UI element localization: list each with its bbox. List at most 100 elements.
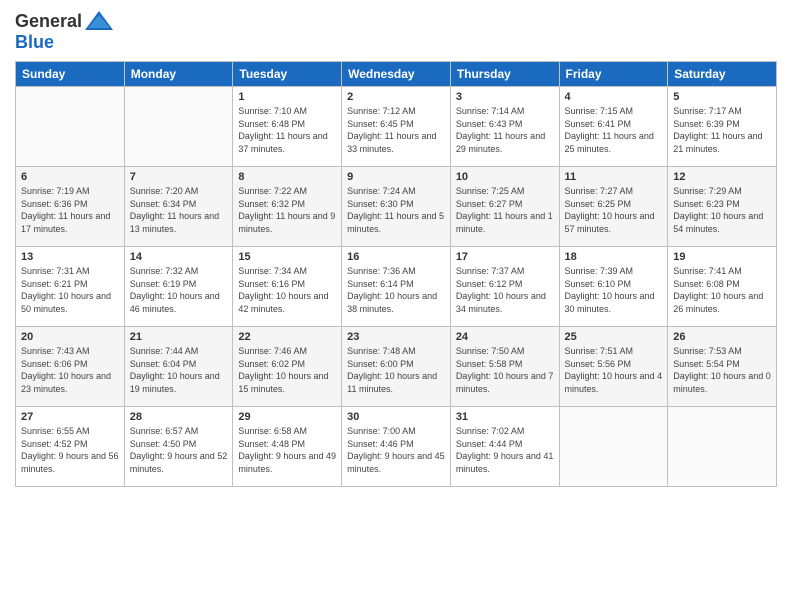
day-content: Sunrise: 6:57 AM Sunset: 4:50 PM Dayligh…: [130, 425, 228, 475]
day-number: 14: [130, 251, 228, 263]
day-number: 1: [238, 91, 336, 103]
calendar-day-2: 2Sunrise: 7:12 AM Sunset: 6:45 PM Daylig…: [342, 87, 451, 167]
weekday-header-friday: Friday: [559, 62, 668, 87]
calendar-day-14: 14 Sunrise: 7:32 AM Sunset: 6:19 PM Dayli…: [124, 247, 233, 327]
calendar-day-26: 26Sunrise: 7:53 AM Sunset: 5:54 PM Dayli…: [668, 327, 777, 407]
calendar-day-21: 21Sunrise: 7:44 AM Sunset: 6:04 PM Dayli…: [124, 327, 233, 407]
day-content: Sunrise: 7:48 AM Sunset: 6:00 PM Dayligh…: [347, 345, 445, 395]
calendar-day-28: 28 Sunrise: 6:57 AM Sunset: 4:50 PM Dayli…: [124, 407, 233, 487]
day-number: 11: [565, 171, 663, 183]
day-number: 20: [21, 331, 119, 343]
calendar-week-1: 1 Sunrise: 7:10 AM Sunset: 6:48 PM Daylig…: [16, 87, 777, 167]
day-content: Sunrise: 7:24 AM Sunset: 6:30 PM Dayligh…: [347, 185, 445, 235]
calendar-day-9: 9 Sunrise: 7:24 AM Sunset: 6:30 PM Daylig…: [342, 167, 451, 247]
day-content: Sunrise: 7:10 AM Sunset: 6:48 PM Dayligh…: [238, 105, 336, 155]
calendar-day-30: 30 Sunrise: 7:00 AM Sunset: 4:46 PM Dayli…: [342, 407, 451, 487]
logo: GeneralBlue: [15, 10, 114, 53]
day-number: 13: [21, 251, 119, 263]
calendar-day-12: 12 Sunrise: 7:29 AM Sunset: 6:23 PM Dayli…: [668, 167, 777, 247]
day-number: 2: [347, 91, 445, 103]
weekday-header-monday: Monday: [124, 62, 233, 87]
day-number: 8: [238, 171, 336, 183]
day-number: 30: [347, 411, 445, 423]
day-content: Sunrise: 6:58 AM Sunset: 4:48 PM Dayligh…: [238, 425, 336, 475]
calendar-week-2: 6 Sunrise: 7:19 AM Sunset: 6:36 PM Daylig…: [16, 167, 777, 247]
day-number: 24: [456, 331, 554, 343]
day-number: 31: [456, 411, 554, 423]
day-number: 6: [21, 171, 119, 183]
calendar-day-13: 13 Sunrise: 7:31 AM Sunset: 6:21 PM Dayli…: [16, 247, 125, 327]
empty-cell: [559, 407, 668, 487]
calendar-day-4: 4Sunrise: 7:15 AM Sunset: 6:41 PM Daylig…: [559, 87, 668, 167]
day-number: 15: [238, 251, 336, 263]
day-content: Sunrise: 7:29 AM Sunset: 6:23 PM Dayligh…: [673, 185, 771, 235]
calendar-day-18: 18Sunrise: 7:39 AM Sunset: 6:10 PM Dayli…: [559, 247, 668, 327]
weekday-header-row: SundayMondayTuesdayWednesdayThursdayFrid…: [16, 62, 777, 87]
day-number: 29: [238, 411, 336, 423]
day-content: Sunrise: 7:17 AM Sunset: 6:39 PM Dayligh…: [673, 105, 771, 155]
calendar-day-8: 8Sunrise: 7:22 AM Sunset: 6:32 PM Daylig…: [233, 167, 342, 247]
calendar-day-1: 1 Sunrise: 7:10 AM Sunset: 6:48 PM Daylig…: [233, 87, 342, 167]
day-content: Sunrise: 7:32 AM Sunset: 6:19 PM Dayligh…: [130, 265, 228, 315]
day-content: Sunrise: 7:43 AM Sunset: 6:06 PM Dayligh…: [21, 345, 119, 395]
day-content: Sunrise: 7:27 AM Sunset: 6:25 PM Dayligh…: [565, 185, 663, 235]
weekday-header-wednesday: Wednesday: [342, 62, 451, 87]
calendar-day-10: 10 Sunrise: 7:25 AM Sunset: 6:27 PM Dayli…: [450, 167, 559, 247]
calendar-day-17: 17Sunrise: 7:37 AM Sunset: 6:12 PM Dayli…: [450, 247, 559, 327]
day-number: 16: [347, 251, 445, 263]
logo-general-text: General: [15, 11, 82, 32]
weekday-header-thursday: Thursday: [450, 62, 559, 87]
day-content: Sunrise: 7:31 AM Sunset: 6:21 PM Dayligh…: [21, 265, 119, 315]
day-content: Sunrise: 7:51 AM Sunset: 5:56 PM Dayligh…: [565, 345, 663, 395]
day-content: Sunrise: 7:34 AM Sunset: 6:16 PM Dayligh…: [238, 265, 336, 315]
day-content: Sunrise: 7:46 AM Sunset: 6:02 PM Dayligh…: [238, 345, 336, 395]
day-number: 28: [130, 411, 228, 423]
calendar-day-24: 24 Sunrise: 7:50 AM Sunset: 5:58 PM Dayli…: [450, 327, 559, 407]
calendar-day-5: 5 Sunrise: 7:17 AM Sunset: 6:39 PM Daylig…: [668, 87, 777, 167]
day-number: 9: [347, 171, 445, 183]
header: GeneralBlue: [15, 10, 777, 53]
calendar-day-3: 3 Sunrise: 7:14 AM Sunset: 6:43 PM Daylig…: [450, 87, 559, 167]
weekday-header-tuesday: Tuesday: [233, 62, 342, 87]
day-content: Sunrise: 7:39 AM Sunset: 6:10 PM Dayligh…: [565, 265, 663, 315]
empty-cell: [124, 87, 233, 167]
empty-cell: [16, 87, 125, 167]
day-content: Sunrise: 7:50 AM Sunset: 5:58 PM Dayligh…: [456, 345, 554, 395]
weekday-header-sunday: Sunday: [16, 62, 125, 87]
calendar-day-31: 31 Sunrise: 7:02 AM Sunset: 4:44 PM Dayli…: [450, 407, 559, 487]
day-content: Sunrise: 7:00 AM Sunset: 4:46 PM Dayligh…: [347, 425, 445, 475]
day-content: Sunrise: 7:02 AM Sunset: 4:44 PM Dayligh…: [456, 425, 554, 475]
empty-cell: [668, 407, 777, 487]
calendar-day-22: 22Sunrise: 7:46 AM Sunset: 6:02 PM Dayli…: [233, 327, 342, 407]
calendar-day-23: 23 Sunrise: 7:48 AM Sunset: 6:00 PM Dayli…: [342, 327, 451, 407]
day-content: Sunrise: 7:37 AM Sunset: 6:12 PM Dayligh…: [456, 265, 554, 315]
calendar-day-19: 19 Sunrise: 7:41 AM Sunset: 6:08 PM Dayli…: [668, 247, 777, 327]
calendar-day-16: 16Sunrise: 7:36 AM Sunset: 6:14 PM Dayli…: [342, 247, 451, 327]
day-content: Sunrise: 7:19 AM Sunset: 6:36 PM Dayligh…: [21, 185, 119, 235]
logo-icon: [84, 10, 114, 32]
day-content: Sunrise: 7:41 AM Sunset: 6:08 PM Dayligh…: [673, 265, 771, 315]
calendar-day-20: 20 Sunrise: 7:43 AM Sunset: 6:06 PM Dayli…: [16, 327, 125, 407]
calendar-day-29: 29 Sunrise: 6:58 AM Sunset: 4:48 PM Dayli…: [233, 407, 342, 487]
day-content: Sunrise: 7:20 AM Sunset: 6:34 PM Dayligh…: [130, 185, 228, 235]
calendar-day-27: 27Sunrise: 6:55 AM Sunset: 4:52 PM Dayli…: [16, 407, 125, 487]
logo-blue-text: Blue: [15, 32, 114, 53]
day-number: 21: [130, 331, 228, 343]
weekday-header-saturday: Saturday: [668, 62, 777, 87]
day-number: 3: [456, 91, 554, 103]
day-number: 10: [456, 171, 554, 183]
day-content: Sunrise: 7:53 AM Sunset: 5:54 PM Dayligh…: [673, 345, 771, 395]
day-content: Sunrise: 7:14 AM Sunset: 6:43 PM Dayligh…: [456, 105, 554, 155]
day-number: 4: [565, 91, 663, 103]
page: GeneralBlue SundayMondayTuesdayWednesday…: [0, 0, 792, 612]
day-content: Sunrise: 7:25 AM Sunset: 6:27 PM Dayligh…: [456, 185, 554, 235]
day-number: 23: [347, 331, 445, 343]
day-number: 7: [130, 171, 228, 183]
calendar-day-6: 6 Sunrise: 7:19 AM Sunset: 6:36 PM Daylig…: [16, 167, 125, 247]
calendar-table: SundayMondayTuesdayWednesdayThursdayFrid…: [15, 61, 777, 487]
day-number: 12: [673, 171, 771, 183]
calendar-week-4: 20 Sunrise: 7:43 AM Sunset: 6:06 PM Dayli…: [16, 327, 777, 407]
day-number: 19: [673, 251, 771, 263]
day-number: 5: [673, 91, 771, 103]
calendar-week-5: 27Sunrise: 6:55 AM Sunset: 4:52 PM Dayli…: [16, 407, 777, 487]
